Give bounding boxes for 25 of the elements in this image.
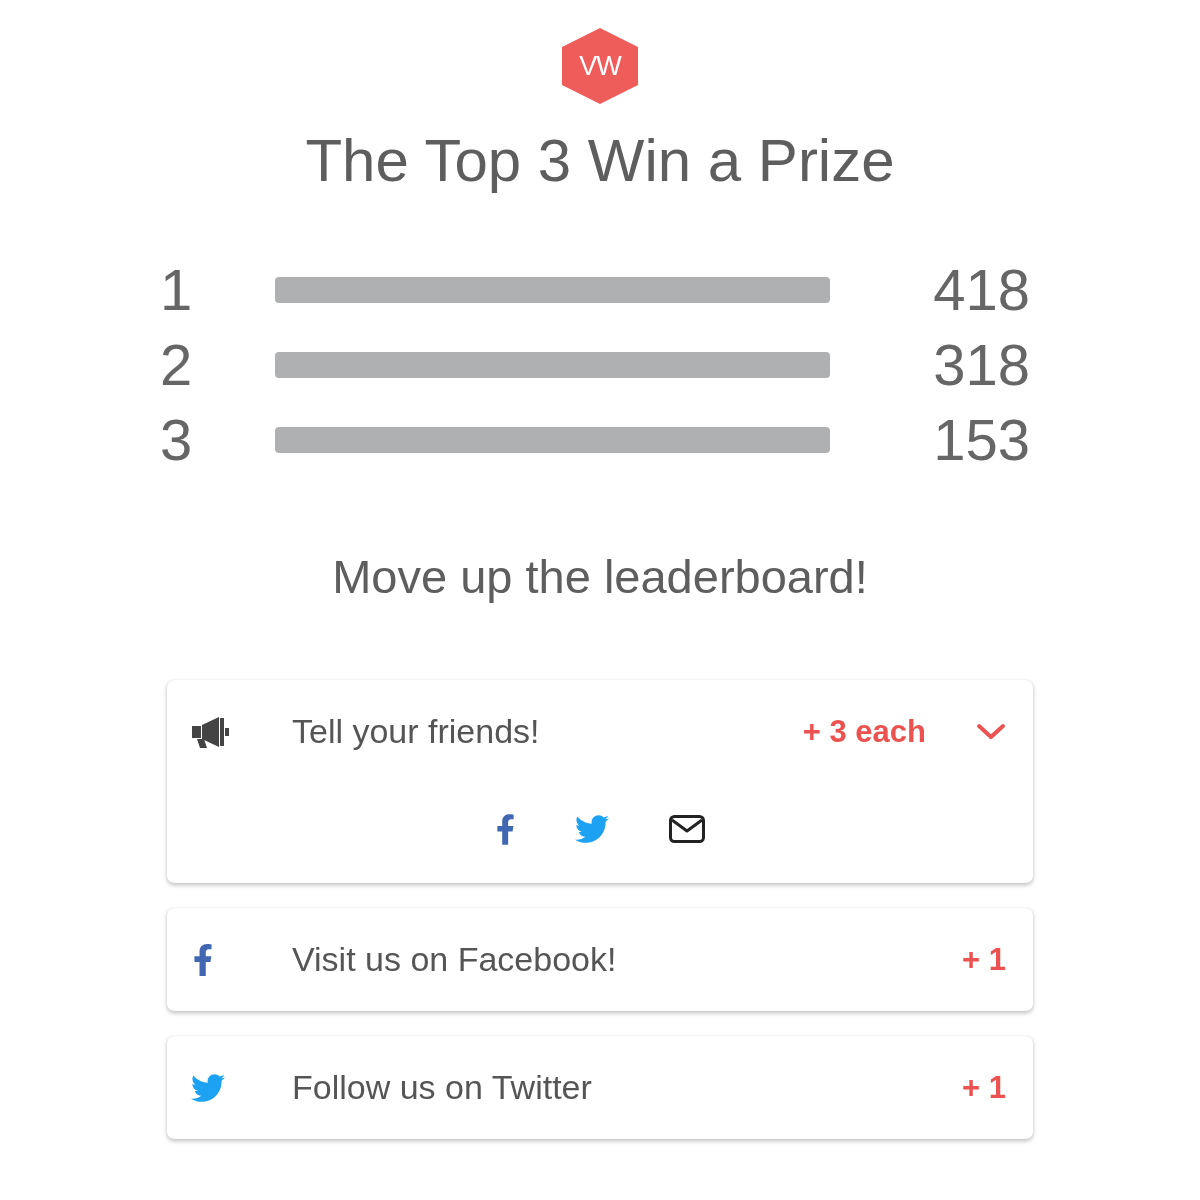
page-title: The Top 3 Win a Prize (305, 126, 895, 196)
task-label: Tell your friends! (292, 712, 541, 751)
task-card[interactable]: Follow us on Twitter + 1 (167, 1036, 1033, 1139)
rank-number: 1 (160, 257, 194, 322)
rank-number: 2 (160, 332, 194, 397)
task-card[interactable]: Visit us on Facebook! + 1 (167, 908, 1033, 1011)
score-value: 418 (932, 257, 1030, 322)
logo: VW (562, 28, 638, 104)
task-card[interactable]: Tell your friends! + 3 each (167, 680, 1033, 883)
facebook-icon (193, 942, 213, 977)
twitter-icon (191, 1073, 225, 1102)
leaderboard-prompt: Move up the leaderboard! (332, 549, 868, 605)
rank-number: 3 (160, 407, 194, 472)
twitter-icon[interactable] (574, 815, 609, 843)
chevron-down-icon[interactable] (976, 723, 1006, 740)
points-label: + 3 each (802, 713, 926, 750)
score-value: 318 (932, 332, 1030, 397)
points-label: + 1 (962, 941, 1006, 978)
score-value: 153 (932, 407, 1030, 472)
facebook-icon[interactable] (495, 811, 515, 847)
points-label: + 1 (962, 1069, 1006, 1106)
task-label: Follow us on Twitter (292, 1068, 593, 1107)
megaphone-icon (191, 714, 231, 749)
task-label: Visit us on Facebook! (292, 940, 618, 979)
email-icon[interactable] (668, 815, 705, 843)
